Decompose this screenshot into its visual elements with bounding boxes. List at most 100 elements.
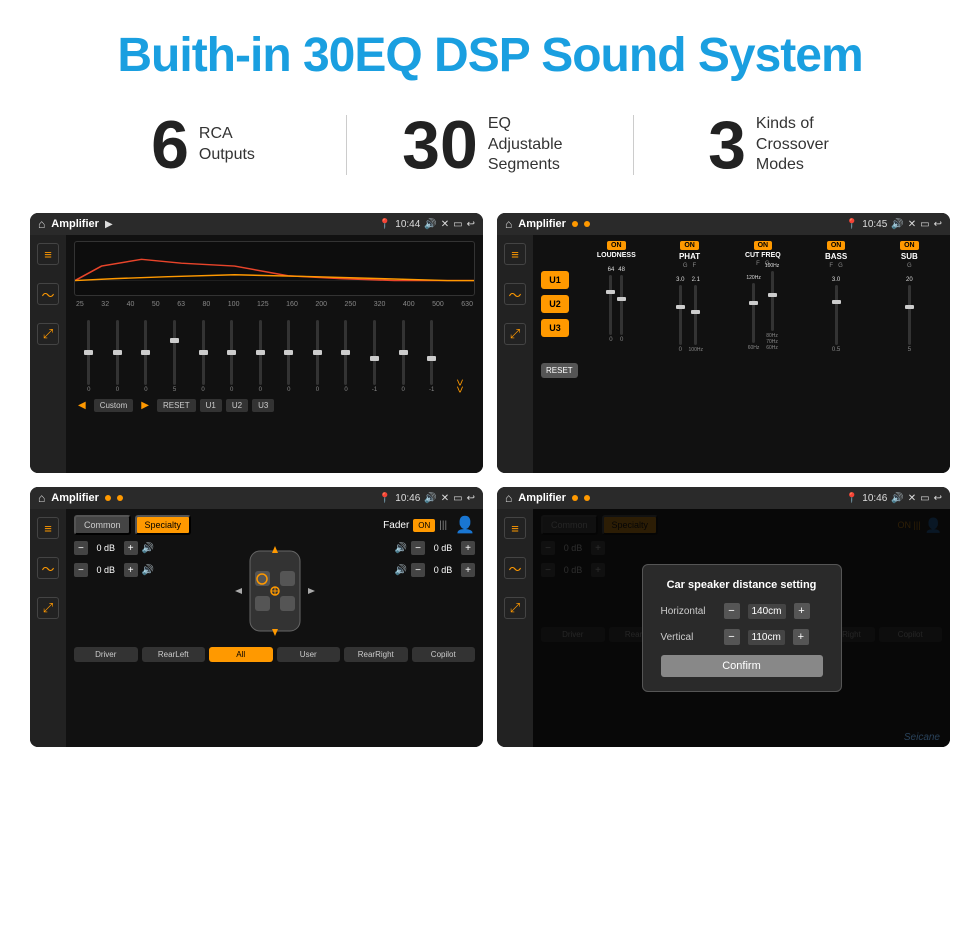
vertical-minus[interactable]: − <box>724 629 740 645</box>
stat-label-rca: RCAOutputs <box>199 124 255 166</box>
dialog-horizontal-row: Horizontal − 140cm + <box>661 603 823 619</box>
car-diagram-center <box>164 541 385 641</box>
screen3-bar: ⌂ Amplifier 📍 10:46 🔊 ✕ ▭ ↩ <box>30 487 483 509</box>
wave-icon[interactable]: 〜 <box>37 283 59 305</box>
prev-icon[interactable]: ◀ <box>78 400 86 411</box>
screen4-time: 10:46 <box>862 493 887 504</box>
screen2-title: Amplifier <box>518 218 566 230</box>
reset-btn[interactable]: RESET <box>157 399 196 412</box>
close-icon-3: ✕ <box>441 493 449 504</box>
window-icon-2: ▭ <box>920 219 929 230</box>
vertical-label: Vertical <box>661 632 716 643</box>
u1-btn[interactable]: U1 <box>200 399 222 412</box>
on-btn-bass[interactable]: ON <box>827 241 846 250</box>
expand-icon[interactable]: ⤢ <box>37 323 59 345</box>
expand-icon-3[interactable]: ⤢ <box>37 597 59 619</box>
eq-icon-2[interactable]: ≡ <box>504 243 526 265</box>
fader-top-bar: Common Specialty Fader ON ||| 👤 <box>74 515 475 535</box>
on-btn-cutfreq[interactable]: ON <box>754 241 773 250</box>
screen3-title: Amplifier <box>51 492 99 504</box>
expand-icon-2[interactable]: ⤢ <box>504 323 526 345</box>
preset-u3[interactable]: U3 <box>541 319 569 337</box>
rr-db: 0 dB <box>429 565 457 575</box>
home-icon-4[interactable]: ⌂ <box>505 491 512 505</box>
location-icon-4: 📍 <box>846 493 858 504</box>
fader-main: Common Specialty Fader ON ||| 👤 − 0 dB + <box>66 509 483 747</box>
window-icon-1: ▭ <box>453 219 462 230</box>
band-cutfreq: ON CUT FREQ F G 120Hz 60Hz <box>730 241 795 467</box>
on-btn-phat[interactable]: ON <box>680 241 699 250</box>
band-name-phat: PHAT <box>679 252 700 261</box>
dialog-box: Car speaker distance setting Horizontal … <box>642 564 842 692</box>
confirm-button[interactable]: Confirm <box>661 655 823 677</box>
screen2-sidebar: ≡ 〜 ⤢ <box>497 235 533 473</box>
rearleft-btn[interactable]: RearLeft <box>142 647 206 662</box>
tab-specialty[interactable]: Specialty <box>135 515 192 535</box>
rl-db: 0 dB <box>92 565 120 575</box>
stat-rca: 6 RCAOutputs <box>60 111 346 179</box>
custom-btn[interactable]: Custom <box>94 399 134 412</box>
expand-icon-4[interactable]: ⤢ <box>504 597 526 619</box>
eq-main: 25 32 40 50 63 80 100 125 160 200 250 32… <box>66 235 483 473</box>
home-icon-2[interactable]: ⌂ <box>505 217 512 231</box>
volume-icon-1: 🔊 <box>424 219 436 230</box>
eq-icon-4[interactable]: ≡ <box>504 517 526 539</box>
fr-plus[interactable]: + <box>461 541 475 555</box>
on-btn-sub[interactable]: ON <box>900 241 919 250</box>
screen4-sidebar: ≡ 〜 ⤢ <box>497 509 533 747</box>
band-name-loudness: LOUDNESS <box>597 252 636 259</box>
rr-plus[interactable]: + <box>461 563 475 577</box>
preset-u1[interactable]: U1 <box>541 271 569 289</box>
copilot-btn[interactable]: Copilot <box>412 647 476 662</box>
fr-minus[interactable]: − <box>411 541 425 555</box>
rl-plus[interactable]: + <box>124 563 138 577</box>
horizontal-plus[interactable]: + <box>794 603 810 619</box>
u3-btn[interactable]: U3 <box>252 399 274 412</box>
wave-icon-2[interactable]: 〜 <box>504 283 526 305</box>
stat-label-eq: EQ AdjustableSegments <box>488 114 578 176</box>
screen1-time: 10:44 <box>395 219 420 230</box>
screen3-sidebar: ≡ 〜 ⤢ <box>30 509 66 747</box>
band-name-bass: BASS <box>825 252 847 261</box>
next-icon[interactable]: ▶ <box>141 400 149 411</box>
volume-icon-2: 🔊 <box>891 219 903 230</box>
wave-icon-3[interactable]: 〜 <box>37 557 59 579</box>
close-icon-1: ✕ <box>441 219 449 230</box>
location-icon-3: 📍 <box>379 493 391 504</box>
rl-minus[interactable]: − <box>74 563 88 577</box>
driver-btn[interactable]: Driver <box>74 647 138 662</box>
screen4-bar: ⌂ Amplifier 📍 10:46 🔊 ✕ ▭ ↩ <box>497 487 950 509</box>
home-icon-1[interactable]: ⌂ <box>38 217 45 231</box>
eq-bottom-bar: ◀ Custom ▶ RESET U1 U2 U3 <box>74 397 475 414</box>
amp-bands-container: ON LOUDNESS 64 0 48 <box>584 241 942 467</box>
fl-plus[interactable]: + <box>124 541 138 555</box>
tab-common[interactable]: Common <box>74 515 131 535</box>
screen2-bar: ⌂ Amplifier 📍 10:45 🔊 ✕ ▭ ↩ <box>497 213 950 235</box>
screen-amplifier: ⌂ Amplifier 📍 10:45 🔊 ✕ ▭ ↩ ≡ 〜 ⤢ <box>497 213 950 473</box>
page-title: Buith-in 30EQ DSP Sound System <box>20 28 960 83</box>
preset-u2[interactable]: U2 <box>541 295 569 313</box>
stat-label-crossover: Kinds ofCrossover Modes <box>756 114 846 176</box>
all-btn[interactable]: All <box>209 647 273 662</box>
amp-reset[interactable]: RESET <box>541 363 578 378</box>
vertical-plus[interactable]: + <box>793 629 809 645</box>
rr-minus[interactable]: − <box>411 563 425 577</box>
u2-btn[interactable]: U2 <box>226 399 248 412</box>
fader-label: Fader <box>383 520 409 531</box>
dialog-overlay: Car speaker distance setting Horizontal … <box>533 509 950 747</box>
amp-presets: U1 U2 U3 RESET <box>541 241 578 467</box>
fader-content: − 0 dB + 🔊 − 0 dB + 🔊 <box>74 541 475 641</box>
on-btn-loudness[interactable]: ON <box>607 241 626 250</box>
user-avatar-3[interactable]: 👤 <box>455 515 475 535</box>
fl-minus[interactable]: − <box>74 541 88 555</box>
user-btn[interactable]: User <box>277 647 341 662</box>
eq-icon[interactable]: ≡ <box>37 243 59 265</box>
eq-icon-3[interactable]: ≡ <box>37 517 59 539</box>
back-icon-4: ↩ <box>934 493 942 504</box>
stats-row: 6 RCAOutputs 30 EQ AdjustableSegments 3 … <box>0 101 980 203</box>
home-icon-3[interactable]: ⌂ <box>38 491 45 505</box>
horizontal-minus[interactable]: − <box>724 603 740 619</box>
rr-speaker-icon: 🔊 <box>395 565 407 576</box>
rearright-btn[interactable]: RearRight <box>344 647 408 662</box>
wave-icon-4[interactable]: 〜 <box>504 557 526 579</box>
